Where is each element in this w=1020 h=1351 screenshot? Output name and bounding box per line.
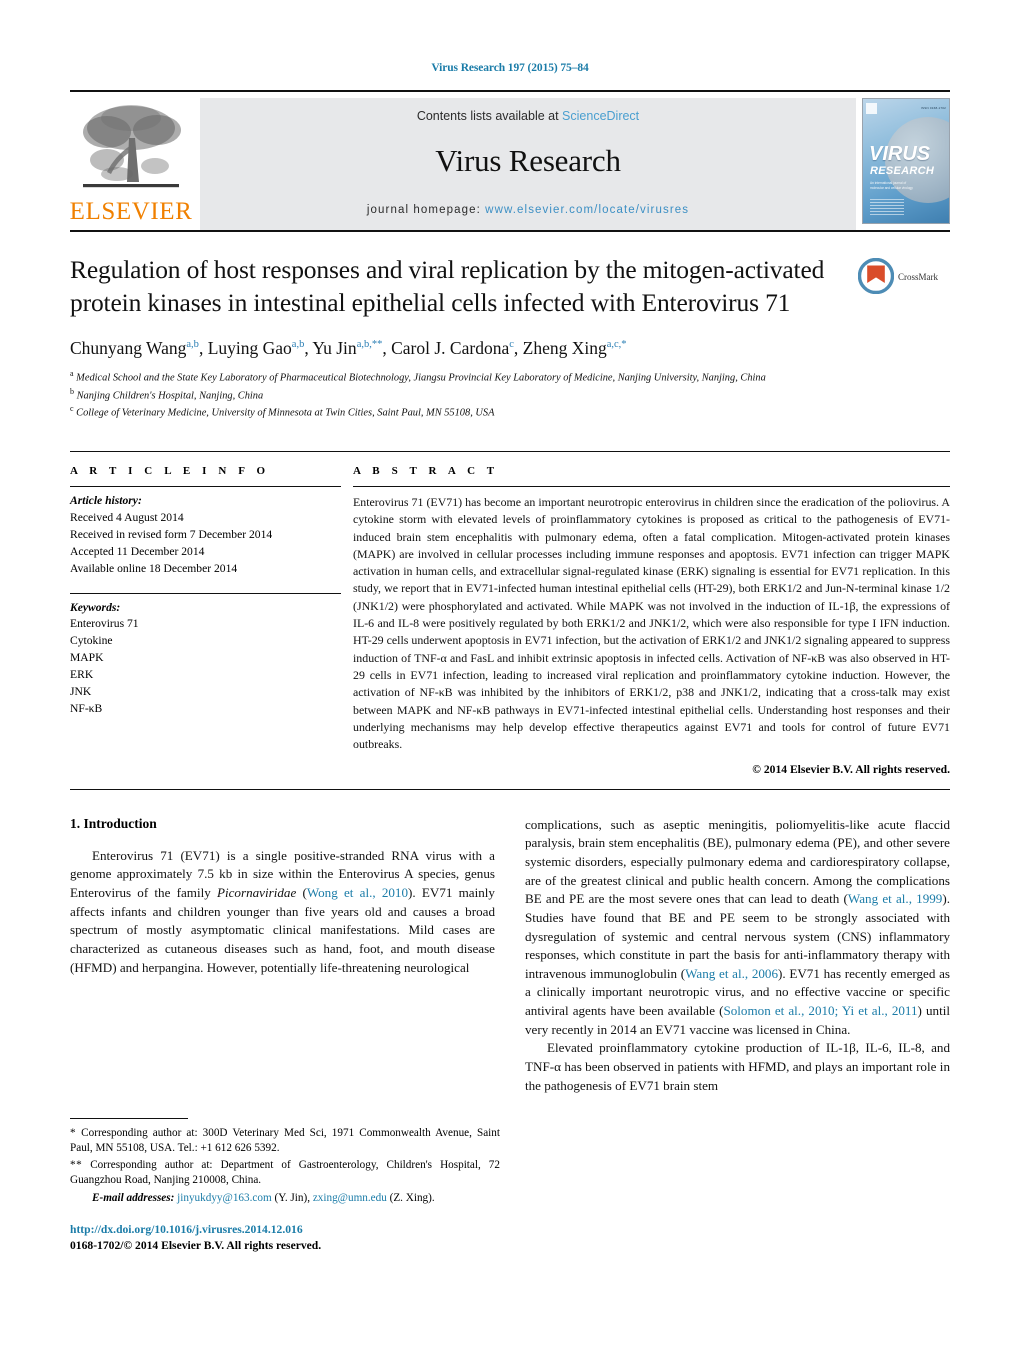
keyword-item: Enterovirus 71: [70, 617, 139, 631]
contents-line: Contents lists available at ScienceDirec…: [417, 109, 639, 123]
keyword-item: Cytokine: [70, 634, 113, 648]
keyword-item: JNK: [70, 685, 92, 699]
cover-blurb: An international journal of molecular an…: [870, 181, 913, 190]
footnote-emails: E-mail addresses: jinyukdyy@163.com (Y. …: [70, 1191, 500, 1206]
sciencedirect-link[interactable]: ScienceDirect: [562, 109, 639, 123]
history-item: Available online 18 December 2014: [70, 561, 238, 575]
section-heading-introduction: 1. Introduction: [70, 815, 157, 831]
affiliation-text: Medical School and the State Key Laborat…: [76, 372, 766, 384]
history-item: Received 4 August 2014: [70, 510, 184, 524]
keyword-item: NF-κB: [70, 702, 103, 716]
affiliation-list: a Medical School and the State Key Labor…: [70, 368, 950, 421]
cover-top-right-micro: ISSN 0168-1702: [921, 106, 946, 110]
article-info-column: A R T I C L E I N F O Article history: R…: [70, 465, 353, 776]
email-link-jin[interactable]: jinyukdyy@163.com: [177, 1192, 272, 1204]
affiliation-item: a Medical School and the State Key Labor…: [70, 368, 950, 386]
body-column-right: complications, such as aseptic meningiti…: [525, 816, 950, 1096]
keywords-heading: Keywords:: [70, 600, 121, 614]
history-item: Received in revised form 7 December 2014: [70, 527, 273, 541]
footnote-marker-2: **: [70, 1158, 83, 1171]
email-link-xing[interactable]: zxing@umn.edu: [313, 1192, 387, 1204]
affiliation-marker: a: [70, 369, 74, 379]
keyword-item: MAPK: [70, 651, 104, 665]
family-name-italic: Picornaviridae: [216, 884, 297, 900]
cover-title: VIRUS: [869, 143, 931, 165]
journal-homepage-line: journal homepage: www.elsevier.com/locat…: [367, 204, 689, 216]
masthead-bottom-rule: [70, 230, 950, 232]
doi-link[interactable]: http://dx.doi.org/10.1016/j.virusres.201…: [70, 1222, 321, 1238]
abstract-heading: A B S T R A C T: [353, 464, 499, 477]
cover-text-block-graphic: [870, 199, 904, 217]
abstract-column: A B S T R A C T Enterovirus 71 (EV71) ha…: [353, 465, 950, 776]
keyword-item: ERK: [70, 668, 94, 682]
homepage-url-link[interactable]: www.elsevier.com/locate/virusres: [485, 204, 689, 216]
article-page: Virus Research 197 (2015) 75–84 ELSEVIER…: [0, 0, 1020, 1351]
intro-text-b: (: [296, 884, 307, 900]
title-block: Regulation of host responses and viral r…: [70, 254, 950, 319]
footnote-text-1: Corresponding author at: 300D Veterinary…: [70, 1127, 500, 1155]
footnote-marker-1: *: [70, 1127, 77, 1139]
body-columns: 1. Introduction Enterovirus 71 (EV71) is…: [70, 816, 950, 1096]
journal-cover-image: ISSN 0168-1702 VIRUS RESEARCH An interna…: [862, 98, 950, 224]
citation-link-wang-2006[interactable]: Wang et al., 2006: [685, 966, 778, 981]
footnote-rule: [70, 1118, 188, 1119]
cover-elsevier-mini-icon: [866, 102, 877, 114]
info-abstract-region: A R T I C L E I N F O Article history: R…: [70, 450, 950, 776]
email-owner-xing: (Z. Xing).: [389, 1191, 435, 1204]
abstract-text: Enterovirus 71 (EV71) has become an impo…: [353, 494, 950, 752]
crossmark-label: CrossMark: [898, 272, 938, 282]
crossmark-badge[interactable]: CrossMark: [858, 254, 950, 319]
affiliation-marker: b: [70, 386, 74, 396]
author-list: Chunyang Wanga,b, Luying Gaoa,b, Yu Jina…: [70, 338, 627, 359]
email-owner-jin: (Y. Jin),: [274, 1191, 311, 1204]
affiliation-text: College of Veterinary Medicine, Universi…: [76, 407, 495, 419]
article-info-heading: A R T I C L E I N F O: [70, 464, 270, 477]
crossmark-icon: [858, 258, 894, 294]
affiliation-marker: c: [70, 404, 74, 414]
journal-band: Contents lists available at ScienceDirec…: [200, 98, 856, 230]
journal-title: Virus Research: [435, 143, 621, 178]
issn-copyright-line: 0168-1702/© 2014 Elsevier B.V. All right…: [70, 1239, 322, 1253]
footnote-text-2: Corresponding author at: Department of G…: [70, 1158, 500, 1187]
citation-link-wang-1999[interactable]: Wang et al., 1999: [848, 891, 942, 906]
elsevier-logo: ELSEVIER: [70, 98, 192, 230]
email-label: E-mail addresses:: [92, 1191, 175, 1204]
paragraph-intro-2: complications, such as aseptic meningiti…: [525, 816, 950, 1040]
cover-subtitle: RESEARCH: [870, 165, 935, 177]
journal-masthead: ELSEVIER Contents lists available at Sci…: [70, 90, 950, 230]
homepage-prefix: journal homepage:: [366, 204, 486, 216]
doi-block: http://dx.doi.org/10.1016/j.virusres.201…: [70, 1222, 321, 1254]
elsevier-wordmark: ELSEVIER: [69, 198, 193, 225]
footnote-corresponding-2: ** Corresponding author at: Department o…: [70, 1158, 500, 1189]
elsevier-tree-icon: [83, 105, 181, 188]
footnote-block: * Corresponding author at: 300D Veterina…: [70, 1118, 500, 1206]
keywords-group: Keywords: Enterovirus 71 Cytokine MAPK E…: [70, 594, 341, 718]
article-history-group: Article history: Received 4 August 2014 …: [70, 487, 341, 578]
page-title: Regulation of host responses and viral r…: [70, 255, 825, 317]
cover-topbar: ISSN 0168-1702: [866, 102, 946, 114]
paragraph-intro-1: Enterovirus 71 (EV71) is a single positi…: [70, 847, 495, 978]
contents-prefix: Contents lists available at: [416, 109, 563, 123]
history-item: Accepted 11 December 2014: [70, 544, 205, 558]
affiliation-item: c College of Veterinary Medicine, Univer…: [70, 403, 950, 421]
article-history-heading: Article history:: [70, 493, 142, 507]
citation-link-wong-2010[interactable]: Wong et al., 2010: [307, 885, 408, 900]
affiliation-item: b Nanjing Children's Hospital, Nanjing, …: [70, 386, 950, 404]
running-head: Virus Research 197 (2015) 75–84: [431, 62, 589, 74]
footnote-corresponding-1: * Corresponding author at: 300D Veterina…: [70, 1126, 500, 1157]
paragraph-intro-3: Elevated proinflammatory cytokine produc…: [525, 1040, 950, 1093]
citation-link-solomon-yi[interactable]: Solomon et al., 2010; Yi et al., 2011: [723, 1003, 917, 1018]
body-column-left: 1. Introduction Enterovirus 71 (EV71) is…: [70, 816, 495, 1096]
affiliation-text: Nanjing Children's Hospital, Nanjing, Ch…: [76, 390, 264, 402]
info-abstract-bottom-rule: [70, 788, 950, 790]
abstract-copyright: © 2014 Elsevier B.V. All rights reserved…: [752, 762, 950, 776]
